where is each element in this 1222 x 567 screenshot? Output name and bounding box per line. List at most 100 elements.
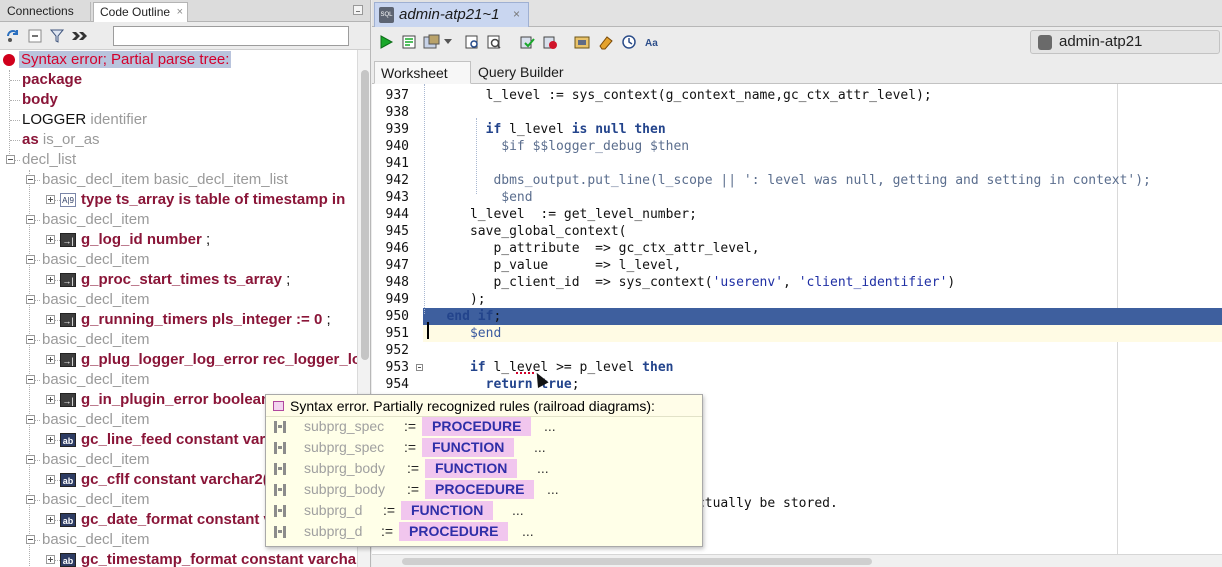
popup-title: Syntax error. Partially recognized rules…	[266, 395, 702, 417]
rule-name: subprg_body	[304, 460, 385, 476]
expand-icon[interactable]	[46, 275, 55, 284]
line-number: 943	[385, 190, 409, 205]
close-icon[interactable]: ×	[513, 3, 520, 26]
tab-query-builder-label: Query Builder	[478, 64, 564, 80]
railroad-rule-row[interactable]: subprg_body:= PROCEDURE...	[266, 479, 702, 500]
tab-worksheet[interactable]: Worksheet	[374, 61, 471, 84]
expand-icon[interactable]	[46, 315, 55, 324]
tree-node[interactable]: basic_decl_item basic_decl_item_list	[0, 170, 357, 190]
code-token: ;	[493, 309, 502, 324]
code-line: );	[423, 291, 1222, 308]
collapse-icon[interactable]	[26, 335, 35, 344]
document-tab-label: admin-atp21~1	[399, 6, 500, 23]
tree-node[interactable]: body	[0, 90, 357, 110]
tree-node-label: basic_decl_item	[42, 331, 150, 348]
sql-history-icon[interactable]	[619, 32, 639, 52]
railroad-rule-row[interactable]: subprg_spec:= PROCEDURE...	[266, 416, 702, 437]
chevron-down-icon[interactable]	[442, 32, 454, 52]
railroad-rule-row[interactable]: subprg_d:= FUNCTION...	[266, 500, 702, 521]
code-token: ;	[571, 377, 580, 392]
tree-node[interactable]: LOGGER identifier	[0, 110, 357, 130]
tree-node[interactable]: as is_or_as	[0, 130, 357, 150]
tree-node[interactable]: →| g_running_timers pls_integer := 0 ;	[0, 310, 357, 330]
expand-icon[interactable]	[46, 355, 55, 364]
expand-icon[interactable]	[46, 395, 55, 404]
tree-node[interactable]: package	[0, 70, 357, 90]
tree-node[interactable]: basic_decl_item	[0, 210, 357, 230]
collapse-icon[interactable]	[26, 215, 35, 224]
tree-node-label: Syntax error; Partial parse tree:	[19, 51, 232, 68]
collapse-icon[interactable]	[26, 375, 35, 384]
collapse-all-icon[interactable]	[26, 27, 44, 45]
outline-filter-input[interactable]	[113, 26, 349, 46]
tree-node[interactable]: A|9 type ts_array is table of timestamp i…	[0, 190, 357, 210]
clear-eraser-icon[interactable]	[596, 32, 616, 52]
tree-node[interactable]: →| g_proc_start_times ts_array ;	[0, 270, 357, 290]
code-token: $if $$logger_debug $then	[423, 139, 690, 154]
tree-node-text: basic_decl_item	[42, 250, 150, 270]
minimize-icon[interactable]	[353, 5, 363, 15]
format-case-icon[interactable]: Aa	[642, 32, 662, 52]
sql-tuning-advisor-icon[interactable]	[484, 32, 504, 52]
tree-error-node[interactable]: Syntax error; Partial parse tree:	[0, 50, 357, 70]
editor-horizontal-scrollbar[interactable]	[372, 554, 1222, 567]
tree-node[interactable]: basic_decl_item	[0, 250, 357, 270]
tree-node[interactable]: basic_decl_item	[0, 290, 357, 310]
railroad-rule-row[interactable]: subprg_body:= FUNCTION...	[266, 458, 702, 479]
collapse-icon[interactable]	[26, 175, 35, 184]
rule-name: subprg_spec	[304, 439, 385, 455]
tree-node[interactable]: decl_list	[0, 150, 357, 170]
expand-icon[interactable]	[46, 515, 55, 524]
expand-icon[interactable]	[46, 235, 55, 244]
collapse-icon[interactable]	[26, 255, 35, 264]
railroad-rule-row[interactable]: subprg_spec:= FUNCTION...	[266, 437, 702, 458]
run-script-icon[interactable]	[399, 32, 419, 52]
collapse-icon[interactable]	[26, 295, 35, 304]
collapse-icon[interactable]	[6, 155, 15, 164]
refresh-icon[interactable]	[4, 27, 22, 45]
tree-node-text: package	[22, 70, 82, 90]
collapse-icon[interactable]	[26, 455, 35, 464]
tab-query-builder[interactable]: Query Builder	[472, 61, 582, 84]
tab-code-outline[interactable]: Code Outline ×	[93, 2, 188, 22]
scrollbar-thumb[interactable]	[402, 558, 872, 565]
connection-select[interactable]: admin-atp21	[1030, 30, 1220, 54]
expand-icon[interactable]	[46, 195, 55, 204]
tree-node[interactable]: →| g_plug_logger_log_error rec_logger_log	[0, 350, 357, 370]
tab-code-outline-label: Code Outline	[100, 5, 171, 19]
run-statement-icon[interactable]	[376, 32, 396, 52]
rule-keyword: PROCEDURE	[399, 522, 509, 541]
tree-node-label: gc_cflf constant varchar2(	[81, 471, 268, 488]
collapse-icon[interactable]	[26, 495, 35, 504]
expand-icon[interactable]	[46, 475, 55, 484]
filter-icon[interactable]	[48, 27, 66, 45]
tree-node[interactable]: basic_decl_item	[0, 330, 357, 350]
code-line: p_value => l_level,	[423, 257, 1222, 274]
tree-node[interactable]: ab gc_timestamp_format constant varcha	[0, 550, 357, 567]
commit-icon[interactable]	[517, 32, 537, 52]
code-line: $end	[423, 189, 1222, 206]
tree-node-text: g_proc_start_times ts_array ;	[81, 270, 290, 290]
rollback-icon[interactable]	[540, 32, 560, 52]
tab-connections[interactable]: Connections	[1, 2, 91, 22]
tree-node[interactable]: →| g_log_id number ;	[0, 230, 357, 250]
sync-arrow-icon[interactable]	[70, 27, 88, 45]
autotrace-icon[interactable]	[422, 32, 442, 52]
scrollbar-thumb[interactable]	[361, 70, 369, 360]
expand-icon[interactable]	[46, 435, 55, 444]
worksheet-document-tab[interactable]: SQL admin-atp21~1 ×	[374, 2, 529, 27]
railroad-rule-row[interactable]: subprg_d:= PROCEDURE...	[266, 521, 702, 542]
tree-node-label: decl_list	[22, 151, 77, 168]
collapse-icon[interactable]	[26, 535, 35, 544]
explain-plan-icon[interactable]	[462, 32, 482, 52]
code-token: 'userenv'	[712, 275, 784, 290]
tree-node-label: type ts_array is table of timestamp in	[81, 191, 346, 208]
tree-node[interactable]: basic_decl_item	[0, 370, 357, 390]
expand-icon[interactable]	[46, 555, 55, 564]
collapse-icon[interactable]	[26, 415, 35, 424]
close-icon[interactable]: ×	[177, 3, 183, 21]
unshared-worksheet-icon[interactable]	[573, 32, 593, 52]
rule-assign: :=	[383, 502, 396, 518]
fold-icon[interactable]	[416, 364, 423, 371]
